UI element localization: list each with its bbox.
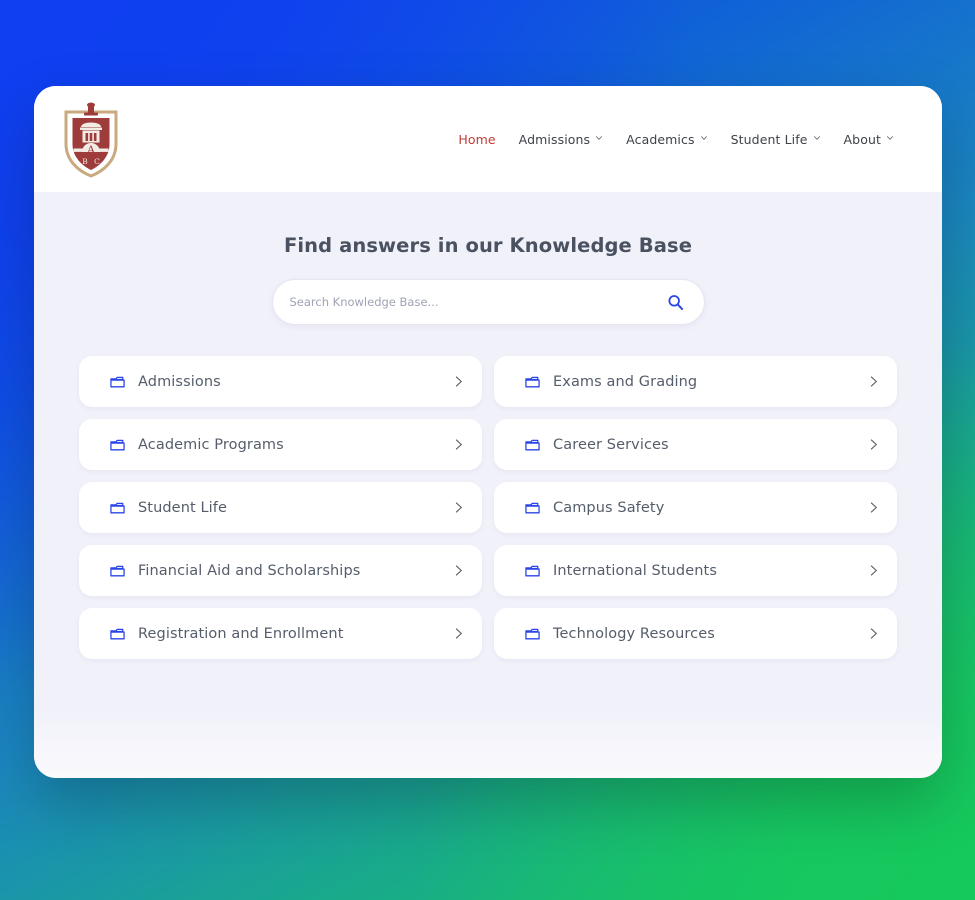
nav-item-label: Academics (626, 131, 695, 147)
category-card-academic-programs[interactable]: Academic Programs (79, 419, 482, 470)
category-label: Registration and Enrollment (138, 625, 344, 642)
chevron-right-icon (867, 438, 880, 451)
chevron-right-icon (452, 438, 465, 451)
category-label: Exams and Grading (553, 373, 698, 390)
chevron-right-icon (867, 375, 880, 388)
svg-text:B: B (82, 157, 88, 166)
chevron-down-icon (813, 134, 821, 142)
svg-text:C: C (94, 157, 100, 166)
folder-icon (110, 627, 125, 642)
chevron-right-icon (867, 627, 880, 640)
folder-icon (110, 375, 125, 390)
nav-item-about[interactable]: About (844, 132, 894, 147)
chevron-down-icon (595, 134, 603, 142)
chevron-right-icon (452, 627, 465, 640)
category-label: Student Life (138, 499, 228, 516)
nav-item-label: About (843, 131, 881, 147)
search-box[interactable] (271, 279, 705, 325)
knowledge-base-page: Find answers in our Knowledge Base Admis… (34, 192, 942, 778)
category-grid: Admissions Exams and Grading Academic Pr… (79, 356, 897, 659)
folder-icon (110, 501, 125, 516)
folder-icon (110, 438, 125, 453)
category-card-campus-safety[interactable]: Campus Safety (494, 482, 897, 533)
folder-icon (525, 501, 540, 516)
category-card-financial-aid-and-scholarships[interactable]: Financial Aid and Scholarships (79, 545, 482, 596)
folder-icon (110, 564, 125, 579)
category-card-career-services[interactable]: Career Services (494, 419, 897, 470)
category-card-student-life[interactable]: Student Life (79, 482, 482, 533)
nav-item-academics[interactable]: Academics (626, 132, 707, 147)
category-label: Financial Aid and Scholarships (138, 562, 361, 579)
chevron-down-icon (700, 134, 708, 142)
university-shield-logo[interactable]: A B C (60, 98, 122, 180)
category-label: Career Services (553, 436, 669, 453)
site-header: A B C Home Admissions Academics Student … (34, 86, 942, 192)
chevron-right-icon (867, 564, 880, 577)
category-card-admissions[interactable]: Admissions (79, 356, 482, 407)
category-label: Campus Safety (553, 499, 665, 516)
nav-item-student-life[interactable]: Student Life (731, 132, 821, 147)
chevron-right-icon (867, 501, 880, 514)
category-card-international-students[interactable]: International Students (494, 545, 897, 596)
category-card-registration-and-enrollment[interactable]: Registration and Enrollment (79, 608, 482, 659)
category-label: Academic Programs (138, 436, 284, 453)
search-input[interactable] (289, 295, 667, 309)
nav-item-label: Home (458, 131, 496, 147)
svg-text:A: A (86, 144, 96, 157)
chevron-right-icon (452, 501, 465, 514)
search-section (79, 279, 897, 325)
category-card-technology-resources[interactable]: Technology Resources (494, 608, 897, 659)
category-label: Technology Resources (553, 625, 715, 642)
chevron-right-icon (452, 564, 465, 577)
category-label: International Students (553, 562, 717, 579)
page-title: Find answers in our Knowledge Base (283, 234, 693, 257)
category-label: Admissions (138, 373, 221, 390)
chevron-down-icon (886, 134, 894, 142)
main-navigation: Home Admissions Academics Student Life A… (458, 132, 920, 147)
nav-item-admissions[interactable]: Admissions (519, 132, 604, 147)
nav-item-label: Admissions (518, 131, 591, 147)
search-icon[interactable] (667, 294, 684, 311)
folder-icon (525, 375, 540, 390)
browser-window: A B C Home Admissions Academics Student … (34, 86, 942, 778)
chevron-right-icon (452, 375, 465, 388)
category-card-exams-and-grading[interactable]: Exams and Grading (494, 356, 897, 407)
folder-icon (525, 627, 540, 642)
folder-icon (525, 564, 540, 579)
folder-icon (525, 438, 540, 453)
nav-item-label: Student Life (730, 131, 808, 147)
nav-item-home[interactable]: Home (458, 132, 495, 147)
